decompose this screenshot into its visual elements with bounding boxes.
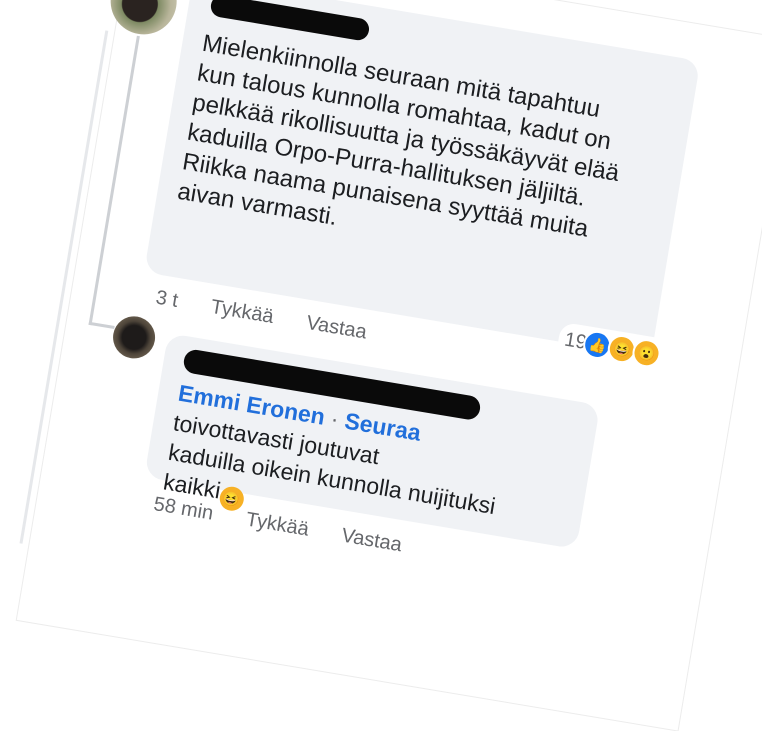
thread-connector — [88, 321, 115, 329]
reply-avatar[interactable] — [109, 313, 159, 362]
comment-text: Mielenkiinnolla seuraan mitä tapahtuu ku… — [175, 29, 622, 243]
comment-time[interactable]: 3 t — [154, 287, 180, 313]
reply-button[interactable]: Vastaa — [305, 312, 369, 345]
comment-thread: Mielenkiinnolla seuraan mitä tapahtuu ku… — [16, 0, 762, 731]
wow-icon: 😮 — [630, 337, 663, 370]
separator-dot: · — [328, 405, 341, 433]
like-button[interactable]: Tykkää — [209, 296, 275, 329]
avatar[interactable] — [105, 0, 182, 40]
